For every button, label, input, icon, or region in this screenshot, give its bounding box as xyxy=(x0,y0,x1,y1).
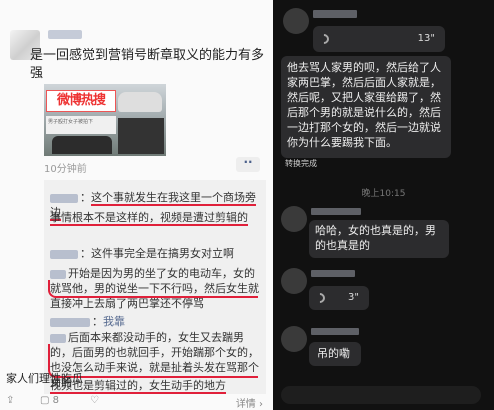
audio-wave-icon xyxy=(316,31,332,47)
comment-icon[interactable]: ▢ 8 xyxy=(40,395,59,406)
poster-name-redacted[interactable] xyxy=(48,30,82,39)
sender-avatar[interactable] xyxy=(283,8,309,34)
comment-5: ：我靠 xyxy=(50,314,125,329)
voice-message-1[interactable]: 13" xyxy=(313,26,445,52)
post-time: 10分钟前 xyxy=(44,164,87,175)
weibo-hot-banner: 微博热搜 xyxy=(46,90,116,112)
sender-avatar[interactable] xyxy=(281,268,307,294)
moments-post-panel: 是一回感觉到营销号断章取义的能力有多强 微博热搜 男子殴打女子被拍下 10分钟前… xyxy=(0,0,273,410)
audio-wave-icon xyxy=(312,290,328,306)
sender-avatar[interactable] xyxy=(281,206,307,232)
chat-message-haha: 哈哈，女的也真是的，男的也真是的 xyxy=(309,220,449,258)
sender-name-redacted xyxy=(311,208,361,215)
sender-name-redacted xyxy=(311,328,359,335)
chat-panel: 13" 他去骂人家男的呗，然后给了人家两巴掌，然后后面人家就是，然后呢，又把人家… xyxy=(273,0,494,410)
post-image[interactable]: 微博热搜 男子殴打女子被拍下 xyxy=(44,84,166,156)
comment-2: 事情根本不是这样的，视频是遭过剪辑的 xyxy=(50,211,248,226)
red-underline-mark xyxy=(48,280,258,298)
voice-message-2[interactable]: 3" xyxy=(309,286,369,310)
post-footer: 家人们理性吃瓜 ⇪ ▢ 8 ♡ 详情 › xyxy=(0,372,273,410)
chat-message-last: 吊的嘞 xyxy=(309,342,361,366)
chat-input[interactable] xyxy=(281,386,481,404)
video-thumb xyxy=(118,118,164,154)
detail-link[interactable]: 详情 › xyxy=(236,395,263,410)
transcript-bubble: 他去骂人家男的呗，然后给了人家两巴掌，然后后面人家就是，然后呢，又把人家蛋给踢了… xyxy=(281,56,451,158)
sender-name-redacted xyxy=(313,10,357,18)
ellipsis-icon[interactable]: ·· xyxy=(236,156,260,172)
car-shape xyxy=(118,92,162,112)
image-caption-strip: 男子殴打女子被拍下 xyxy=(46,116,116,134)
timestamp: 晚上10:15 xyxy=(361,189,406,199)
comment-3: ：这件事完全是在搞男女对立啊 xyxy=(50,246,234,261)
post-text: 是一回感觉到营销号断章取义的能力有多强 xyxy=(30,48,265,81)
like-icon[interactable]: ♡ xyxy=(90,395,99,406)
comments-area: ：这个事就发生在我这里一个商场旁边 事情根本不是这样的，视频是遭过剪辑的 ：这件… xyxy=(44,180,266,394)
share-icon[interactable]: ⇪ xyxy=(6,395,14,406)
sender-name-redacted xyxy=(311,270,355,277)
caption: 家人们理性吃瓜 xyxy=(6,372,83,385)
transcript-status: 转换完成 xyxy=(285,159,317,168)
crowd-shape xyxy=(52,136,112,154)
sender-avatar[interactable] xyxy=(281,326,307,352)
